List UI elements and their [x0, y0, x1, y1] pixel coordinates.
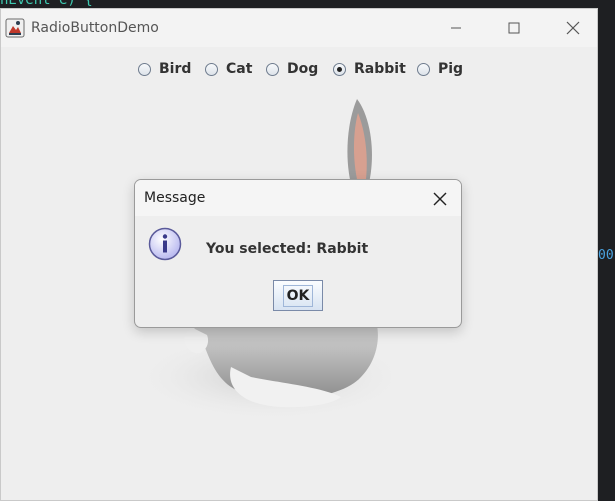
radio-label-cat[interactable]: Cat [226, 61, 252, 77]
radio-cat[interactable]: Cat [205, 59, 252, 79]
ok-button[interactable]: OK [273, 280, 323, 311]
ide-code-fragment-side: 00 [598, 248, 614, 263]
close-icon [433, 192, 447, 206]
radio-button-dog[interactable] [266, 62, 279, 76]
radio-button-pig[interactable] [417, 62, 430, 76]
window-title: RadioButtonDemo [31, 20, 159, 36]
maximize-icon [508, 22, 520, 34]
radio-button-bird[interactable] [138, 62, 151, 76]
radio-dog[interactable]: Dog [266, 59, 318, 79]
dialog-titlebar[interactable]: Message [135, 180, 461, 216]
window-titlebar[interactable]: RadioButtonDemo [1, 9, 597, 47]
radio-bird[interactable]: Bird [138, 59, 191, 79]
radio-button-rabbit[interactable] [333, 62, 346, 76]
dialog-close-button[interactable] [427, 186, 453, 212]
close-icon [566, 21, 580, 35]
radio-label-rabbit[interactable]: Rabbit [354, 61, 406, 77]
radio-label-dog[interactable]: Dog [287, 61, 318, 77]
app-icon [5, 18, 25, 38]
message-dialog: Message You selected: Rabbit OK [134, 179, 462, 328]
ide-code-fragment: nEvent e) { [0, 0, 93, 8]
dialog-message: You selected: Rabbit [206, 241, 369, 257]
animal-radio-group: Bird Cat Dog Rabbit Pig [1, 59, 597, 79]
radio-button-cat[interactable] [205, 62, 218, 76]
minimize-icon [451, 27, 461, 29]
radio-rabbit[interactable]: Rabbit [333, 59, 406, 79]
radio-label-pig[interactable]: Pig [438, 61, 463, 77]
maximize-button[interactable] [491, 9, 537, 47]
close-button[interactable] [550, 9, 596, 47]
minimize-button[interactable] [433, 9, 479, 47]
radio-label-bird[interactable]: Bird [159, 61, 191, 77]
dialog-title: Message [144, 190, 206, 206]
info-icon [148, 227, 182, 261]
ok-button-label[interactable]: OK [282, 284, 314, 307]
radio-pig[interactable]: Pig [417, 59, 463, 79]
